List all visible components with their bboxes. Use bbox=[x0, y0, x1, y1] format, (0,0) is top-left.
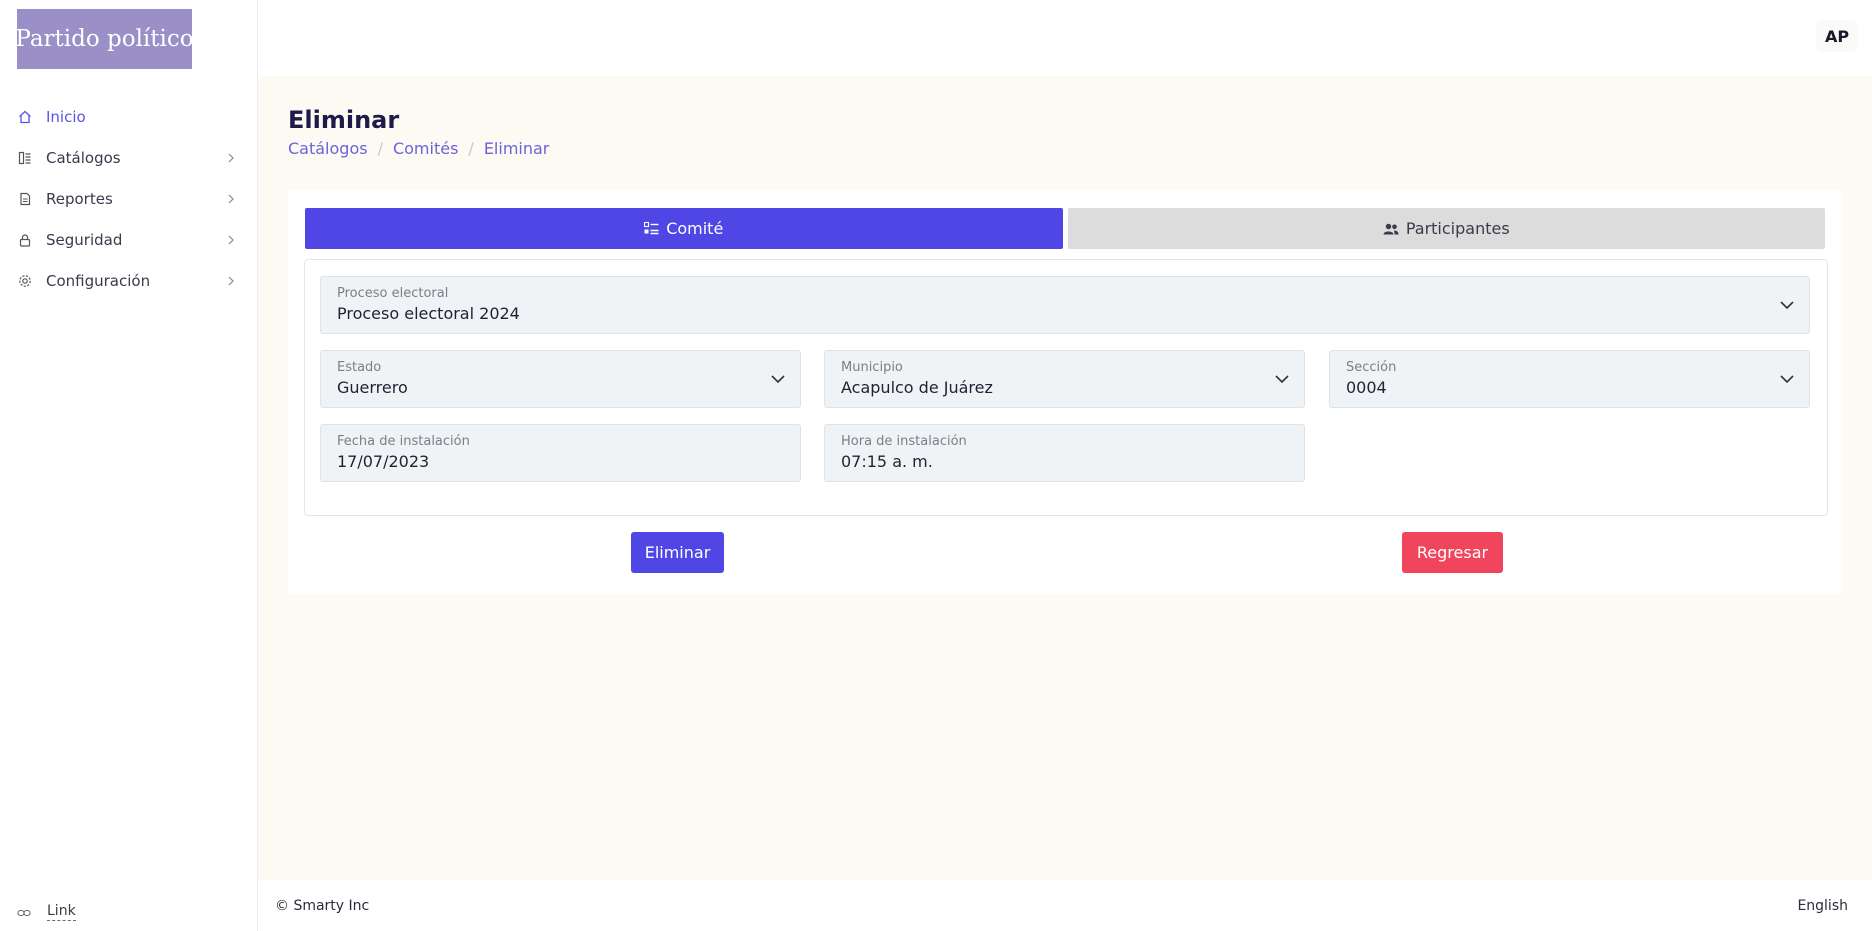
tab-label: Participantes bbox=[1405, 219, 1510, 238]
breadcrumb-separator: / bbox=[377, 139, 383, 158]
avatar[interactable]: AP bbox=[1816, 20, 1858, 52]
sidebar-footer-link[interactable]: Link bbox=[47, 903, 76, 921]
field-label: Hora de instalación bbox=[841, 434, 967, 449]
field-value: Guerrero bbox=[337, 378, 408, 397]
municipio-select[interactable]: Municipio Acapulco de Juárez bbox=[824, 350, 1305, 408]
list-icon bbox=[644, 222, 659, 235]
breadcrumb-item[interactable]: Comités bbox=[393, 139, 458, 158]
proceso-electoral-select[interactable]: Proceso electoral Proceso electoral 2024 bbox=[320, 276, 1810, 334]
field-label: Sección bbox=[1346, 360, 1397, 375]
page-title: Eliminar bbox=[288, 106, 400, 134]
breadcrumb-separator: / bbox=[468, 139, 474, 158]
field-label: Municipio bbox=[841, 360, 903, 375]
chevron-right-icon bbox=[226, 235, 236, 245]
link-icon bbox=[17, 902, 31, 921]
estado-select[interactable]: Estado Guerrero bbox=[320, 350, 801, 408]
field-label: Estado bbox=[337, 360, 382, 375]
sidebar-item-inicio[interactable]: Inicio bbox=[0, 96, 258, 137]
sidebar: Partido político Inicio Catálogos Report… bbox=[0, 0, 258, 931]
chevron-down-icon bbox=[1275, 375, 1289, 384]
chevron-right-icon bbox=[226, 194, 236, 204]
brand-logo[interactable]: Partido político bbox=[17, 9, 192, 69]
field-value: Acapulco de Juárez bbox=[841, 378, 993, 397]
sidebar-item-label: Seguridad bbox=[46, 230, 123, 249]
chevron-down-icon bbox=[771, 375, 785, 384]
field-label: Proceso electoral bbox=[337, 286, 449, 301]
field-value: Proceso electoral 2024 bbox=[337, 304, 520, 323]
sidebar-item-label: Catálogos bbox=[46, 148, 121, 167]
main-content: Eliminar Catálogos / Comités / Eliminar … bbox=[258, 76, 1872, 880]
tab-bar: Comité Participantes bbox=[305, 208, 1825, 249]
sidebar-item-reportes[interactable]: Reportes bbox=[0, 178, 258, 219]
seccion-select[interactable]: Sección 0004 bbox=[1329, 350, 1810, 408]
home-icon bbox=[18, 110, 32, 124]
catalog-icon bbox=[18, 151, 32, 165]
sidebar-item-label: Configuración bbox=[46, 271, 151, 290]
sidebar-footer: Link bbox=[17, 902, 76, 921]
field-value: 07:15 a. m. bbox=[841, 452, 933, 471]
language-selector[interactable]: English bbox=[1797, 898, 1848, 914]
delete-button[interactable]: Eliminar bbox=[631, 532, 724, 573]
tab-label: Comité bbox=[666, 219, 724, 238]
committee-form: Proceso electoral Proceso electoral 2024… bbox=[304, 259, 1828, 516]
tab-participantes[interactable]: Participantes bbox=[1067, 208, 1825, 249]
page-footer: © Smarty Inc English bbox=[258, 880, 1872, 931]
field-label: Fecha de instalación bbox=[337, 434, 470, 449]
sidebar-item-label: Reportes bbox=[46, 189, 113, 208]
breadcrumb-item-current[interactable]: Eliminar bbox=[484, 139, 550, 158]
sidebar-item-configuracion[interactable]: Configuración bbox=[0, 260, 258, 301]
delete-card: Comité Participantes Proceso electoral P… bbox=[288, 190, 1842, 594]
fecha-instalacion-field[interactable]: Fecha de instalación 17/07/2023 bbox=[320, 424, 801, 482]
breadcrumb: Catálogos / Comités / Eliminar bbox=[288, 139, 549, 158]
chevron-right-icon bbox=[226, 276, 236, 286]
report-icon bbox=[18, 192, 32, 206]
field-value: 17/07/2023 bbox=[337, 452, 430, 471]
breadcrumb-item[interactable]: Catálogos bbox=[288, 139, 368, 158]
sidebar-item-seguridad[interactable]: Seguridad bbox=[0, 219, 258, 260]
chevron-right-icon bbox=[226, 153, 236, 163]
back-button[interactable]: Regresar bbox=[1402, 532, 1503, 573]
lock-icon bbox=[18, 233, 32, 247]
chevron-down-icon bbox=[1780, 301, 1794, 310]
sidebar-item-catalogos[interactable]: Catálogos bbox=[0, 137, 258, 178]
tab-comite[interactable]: Comité bbox=[305, 208, 1063, 249]
field-value: 0004 bbox=[1346, 378, 1387, 397]
users-icon bbox=[1383, 223, 1399, 235]
copyright-text: © Smarty Inc bbox=[275, 897, 370, 914]
brand-logo-text: Partido político bbox=[17, 26, 192, 52]
hora-instalacion-field[interactable]: Hora de instalación 07:15 a. m. bbox=[824, 424, 1305, 482]
chevron-down-icon bbox=[1780, 375, 1794, 384]
sidebar-nav: Inicio Catálogos Reportes Seguridad Conf… bbox=[0, 96, 258, 301]
topbar: AP bbox=[258, 0, 1872, 76]
gear-icon bbox=[18, 274, 32, 288]
sidebar-item-label: Inicio bbox=[46, 107, 86, 126]
